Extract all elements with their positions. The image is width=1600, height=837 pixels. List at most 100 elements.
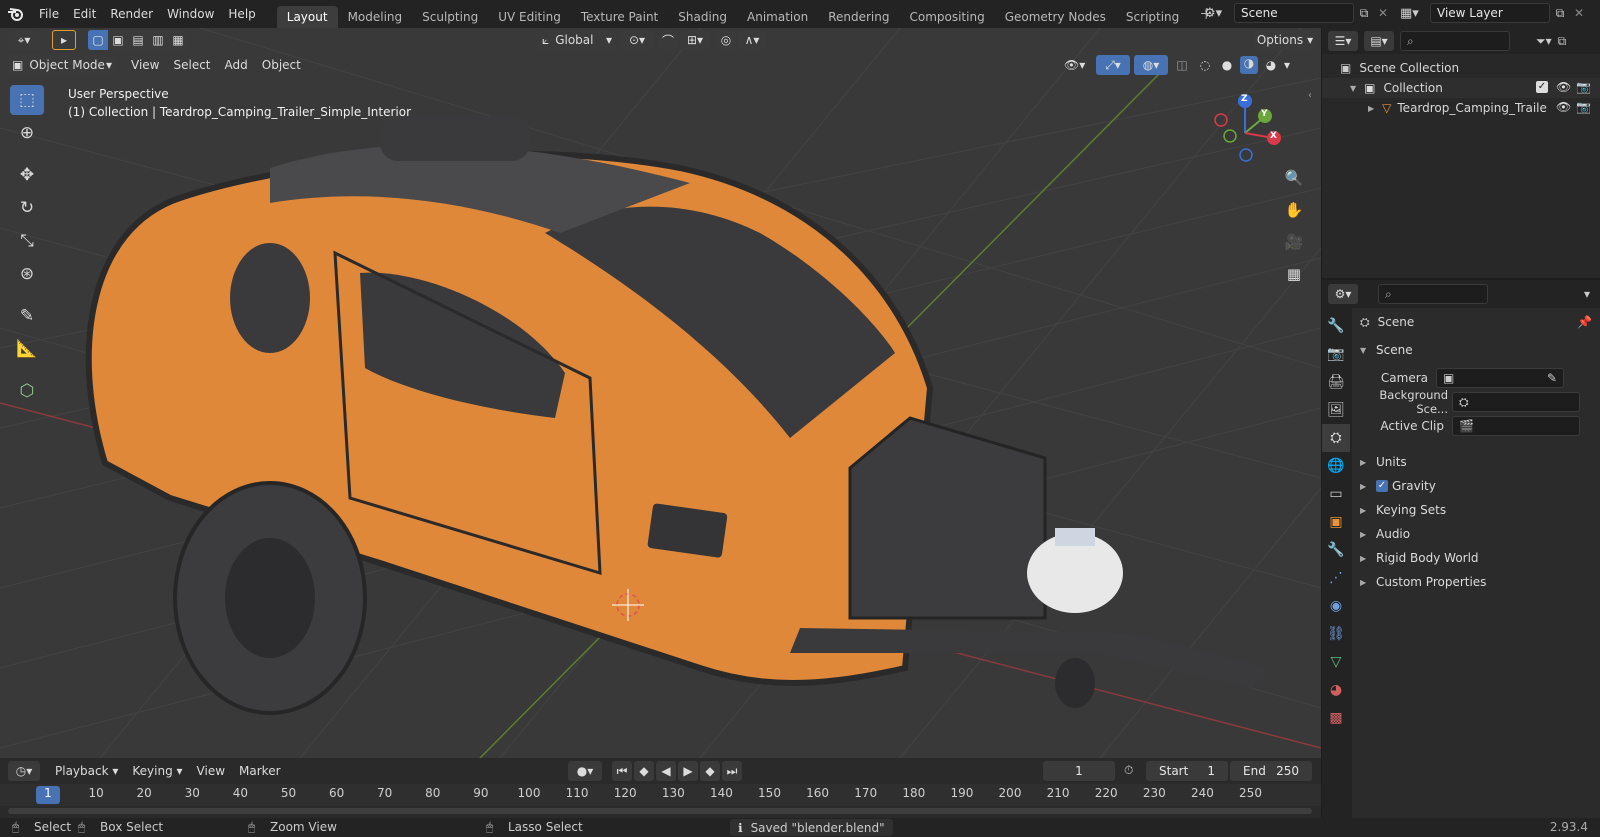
rendered-shading-icon[interactable]: ◕ [1262,58,1280,72]
options-dropdown[interactable]: Options ▾ [1254,30,1316,50]
view-layer-tab-icon[interactable]: 🖼 [1322,396,1350,424]
exclude-checkbox[interactable]: ✓ [1536,81,1548,93]
expand-arrow-icon[interactable]: ▶ [1368,104,1374,113]
menu-file[interactable]: File [32,7,66,21]
outliner-item-scene-collection[interactable]: ▣ Scene Collection [1322,58,1600,78]
wireframe-shading-icon[interactable]: ◌ [1196,58,1214,72]
texture-tab-icon[interactable]: ▩ [1322,704,1350,732]
panel-custom-properties[interactable]: ▶ Custom Properties [1352,570,1600,594]
eye-icon[interactable]: 👁 [1556,80,1571,94]
camera-field[interactable]: ▣ ✎ [1436,368,1564,388]
scale-tool-icon[interactable]: ⤡ [10,226,44,256]
3d-viewport[interactable]: ⌖▾ ▸ ▢ ▣ ▤ ▥ ▦ ⟀ Global ▾ ⊙▾ ⌒ ⊞▾ ◎ ∧▾ Opt… [0,28,1321,758]
menu-marker[interactable]: Marker [232,764,287,778]
panel-units[interactable]: ▶ Units [1352,450,1600,474]
measure-tool-icon[interactable]: 📐 [10,334,44,364]
move-tool-icon[interactable]: ✥ [10,160,44,190]
proportional-edit-icon[interactable]: ◎ [716,30,736,50]
active-clip-field[interactable]: 🎬 [1452,416,1580,436]
select-box-tool-icon[interactable]: ⬚ [10,85,44,115]
menu-add[interactable]: Add [218,58,255,72]
menu-keying[interactable]: Keying ▾ [125,764,189,778]
menu-window[interactable]: Window [160,7,221,21]
menu-edit[interactable]: Edit [66,7,103,21]
play-icon[interactable]: ▶ [678,761,698,781]
menu-render[interactable]: Render [103,7,160,21]
gizmo-toggle-icon[interactable]: ⤢▾ [1096,55,1130,75]
tab-scripting[interactable]: Scripting [1116,6,1189,28]
pin-icon[interactable]: 📌 [1577,315,1592,329]
zoom-icon[interactable]: 🔍 [1280,164,1308,192]
camera-view-icon[interactable]: 🎥 [1280,228,1308,256]
xray-icon[interactable]: ◫ [1172,58,1192,72]
panel-rigid-body-world[interactable]: ▶ Rigid Body World [1352,546,1600,570]
modifier-tab-icon[interactable]: 🔧 [1322,536,1350,564]
tab-modeling[interactable]: Modeling [338,6,413,28]
next-keyframe-icon[interactable]: ◆ [700,761,720,781]
pan-hand-icon[interactable]: ✋ [1280,196,1308,224]
delete-scene-icon[interactable]: ✕ [1374,6,1392,20]
panel-gravity[interactable]: ▶ ✓ Gravity [1352,474,1600,498]
jump-end-icon[interactable]: ⏭ [722,761,742,781]
editor-type-icon[interactable]: ⌖▾ [8,30,40,50]
add-cube-tool-icon[interactable]: ⬡ [10,376,44,406]
scene-tab-icon[interactable]: ⛭ [1322,424,1350,452]
physics-tab-icon[interactable]: ◉ [1322,592,1350,620]
background-scene-field[interactable]: ⛭ [1452,392,1580,412]
jump-start-icon[interactable]: ⏮ [612,761,632,781]
ortho-grid-icon[interactable]: ▦ [1280,260,1308,288]
constraints-tab-icon[interactable]: ⛓ [1322,620,1350,648]
world-tab-icon[interactable]: 🌐 [1322,452,1350,480]
play-reverse-icon[interactable]: ◀ [656,761,676,781]
menu-object[interactable]: Object [255,58,308,72]
panel-audio[interactable]: ▶ Audio [1352,522,1600,546]
output-tab-icon[interactable]: 🖨 [1322,368,1350,396]
view-layer-icon[interactable]: ▦▾ [1400,6,1430,21]
material-tab-icon[interactable]: ◕ [1322,676,1350,704]
data-tab-icon[interactable]: ▽ [1322,648,1350,676]
viewport-scene[interactable] [0,28,1321,758]
rotate-tool-icon[interactable]: ↻ [10,193,44,223]
overlay-toggle-icon[interactable]: ◍▾ [1134,55,1168,75]
select-tool-icon[interactable]: ▸ [52,30,76,50]
camera-icon[interactable]: 📷 [1576,100,1591,114]
filter-icon[interactable]: ⏷▾ [1536,34,1552,49]
snap-target-icon[interactable]: ⊞▾ [680,30,710,50]
outliner-editor-icon[interactable]: ☰▾ [1328,31,1358,51]
tab-layout[interactable]: Layout [276,6,338,28]
timeline-scrollbar[interactable] [8,808,1312,814]
properties-search-input[interactable]: ⌕ [1378,284,1488,304]
timeline-editor-icon[interactable]: ◷▾ [8,761,40,781]
select-invert-icon[interactable]: ▥ [148,30,168,50]
menu-playback[interactable]: Playback ▾ [48,764,125,778]
object-tab-icon[interactable]: ▣ [1322,508,1350,536]
visibility-eye-icon[interactable]: 👁▾ [1064,58,1092,72]
menu-view[interactable]: View [124,58,166,72]
current-frame-field[interactable]: 1 [1043,761,1115,781]
tab-animation[interactable]: Animation [737,6,818,28]
tool-tab-icon[interactable]: 🔧 [1322,312,1350,340]
particles-tab-icon[interactable]: ⋰ [1322,564,1350,592]
eyedropper-icon[interactable]: ✎ [1547,371,1557,385]
properties-editor-icon[interactable]: ⚙▾ [1328,284,1358,304]
cursor-tool-icon[interactable]: ⊕ [10,118,44,148]
transform-tool-icon[interactable]: ⊛ [10,259,44,289]
render-tab-icon[interactable]: 📷 [1322,340,1350,368]
collection-tab-icon[interactable]: ▭ [1322,480,1350,508]
tab-texture-paint[interactable]: Texture Paint [571,6,668,28]
display-mode-icon[interactable]: ▤▾ [1364,31,1394,51]
select-extend-icon[interactable]: ▣ [108,30,128,50]
transform-orientation-dropdown[interactable]: ⟀ Global ▾ [536,30,616,50]
material-shading-icon[interactable]: ◑ [1240,56,1258,74]
scene-icon[interactable]: ⚙▾ [1204,6,1234,21]
object-mode-dropdown[interactable]: ▣ Object Mode ▾ [8,55,116,75]
view-layer-field[interactable]: View Layer [1430,3,1550,23]
select-subtract-icon[interactable]: ▤ [128,30,148,50]
outliner-item-collection[interactable]: ▼ ▣ Collection ✓ 👁 📷 [1322,78,1600,98]
snap-icon[interactable]: ⌒ [658,30,678,50]
menu-select[interactable]: Select [166,58,217,72]
tab-rendering[interactable]: Rendering [818,6,899,28]
expand-arrow-icon[interactable]: ▼ [1350,84,1356,93]
shading-options-icon[interactable]: ▾ [1284,58,1298,72]
blender-logo-icon[interactable] [0,6,32,22]
